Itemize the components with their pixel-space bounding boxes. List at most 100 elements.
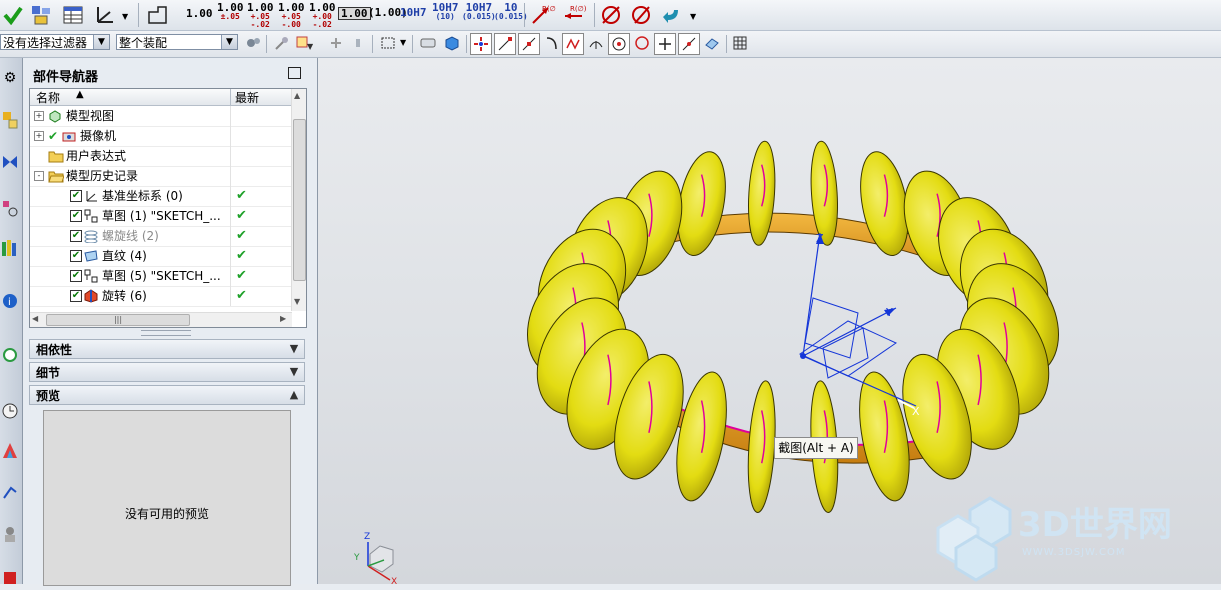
hscroll-thumb[interactable]: |||	[46, 314, 190, 326]
chevron-down-icon[interactable]: ▼	[690, 12, 696, 21]
filter-combo[interactable]: 没有选择过滤器 ▼	[0, 34, 110, 50]
clock-icon[interactable]	[0, 396, 20, 424]
assembly-navigator-icon[interactable]	[0, 106, 20, 134]
constraint-navigator-icon[interactable]	[0, 148, 20, 176]
feature-checkbox[interactable]: ✔	[70, 230, 82, 242]
model-view[interactable]: Z Y X Z Y X 3D世界网 WWW.3DSJW.COM	[318, 58, 1221, 584]
dimension-icon[interactable]	[146, 4, 168, 26]
scroll-up-icon[interactable]: ▲	[294, 91, 300, 100]
fit-3[interactable]: 10H7 (0.015)	[462, 2, 496, 21]
chevron-up-icon[interactable]: ▲	[284, 386, 304, 404]
palette-icon[interactable]	[0, 436, 20, 464]
move-icon[interactable]	[326, 33, 346, 53]
table-icon[interactable]	[62, 4, 84, 26]
snap-midpoint-icon[interactable]	[518, 33, 540, 55]
fit-1[interactable]: 10H7	[400, 7, 427, 18]
snap-control-icon[interactable]	[542, 33, 562, 53]
snap-face-icon[interactable]	[702, 33, 722, 53]
feature-checkbox[interactable]: ✔	[70, 190, 82, 202]
radius-dim-icon-2[interactable]: R(∅)	[562, 3, 588, 25]
tree-row[interactable]: ✔ 草图 (5) "SKETCH_... ✔	[30, 266, 292, 287]
tol-boxed[interactable]: 1.00	[338, 7, 371, 20]
section-preview[interactable]: 预览 ▲	[29, 385, 305, 405]
chevron-down-icon[interactable]: ▼	[400, 38, 406, 47]
assembly-combo[interactable]: 整个装配 ▼	[116, 34, 238, 50]
part-navigator-icon[interactable]	[0, 194, 20, 222]
tree-row[interactable]: ✔ 螺旋线 (2) ✔	[30, 226, 292, 247]
select-gears-icon[interactable]	[244, 33, 262, 53]
snap-point-on-curve-icon[interactable]	[654, 33, 676, 55]
vertical-scrollbar[interactable]: ▲ ▼	[291, 89, 306, 311]
diameter-icon[interactable]	[600, 4, 622, 26]
snap-center-icon[interactable]	[608, 33, 630, 55]
expand-icon[interactable]: +	[34, 111, 44, 121]
role-icon[interactable]	[0, 520, 20, 548]
snap-intersection-icon[interactable]	[562, 33, 584, 55]
tree-row[interactable]: + ✔ 摄像机	[30, 126, 292, 147]
expand-icon[interactable]: +	[34, 131, 44, 141]
tol-value-3[interactable]: 1.00 +.05 -.02	[247, 2, 274, 29]
eraser-icon[interactable]	[418, 33, 438, 53]
grid-icon[interactable]	[730, 33, 750, 53]
column-latest[interactable]: 最新	[235, 89, 259, 106]
maximize-icon[interactable]	[288, 67, 301, 79]
horizontal-scrollbar[interactable]: ◀ ||| ▶	[30, 312, 292, 327]
snap-on-line-icon[interactable]	[678, 33, 700, 55]
csys-icon[interactable]	[94, 4, 116, 26]
splitter-grip[interactable]	[141, 330, 191, 336]
section-details[interactable]: 细节 ▼	[29, 362, 305, 382]
collapse-icon[interactable]: -	[34, 171, 44, 181]
tree-row[interactable]: - 模型历史记录	[30, 166, 292, 187]
snap-endpoint-icon[interactable]	[494, 33, 516, 55]
chevron-down-icon[interactable]: ▼	[221, 35, 237, 49]
web-icon[interactable]	[0, 562, 20, 590]
check-icon[interactable]	[2, 4, 24, 26]
tol-value-1[interactable]: 1.00	[186, 2, 213, 19]
snap-point-icon[interactable]: ▼	[292, 33, 316, 53]
tree-row[interactable]: ✔ 草图 (1) "SKETCH_... ✔	[30, 206, 292, 227]
tree-row[interactable]: 用户表达式	[30, 146, 292, 167]
scroll-down-icon[interactable]: ▼	[294, 297, 300, 306]
feature-checkbox[interactable]: ✔	[70, 250, 82, 262]
visible-check-icon[interactable]: ✔	[48, 126, 58, 146]
scroll-left-icon[interactable]: ◀	[32, 314, 38, 323]
snap-quadrant-icon[interactable]	[632, 33, 652, 53]
tree-row[interactable]: ✔ 直纹 (4) ✔	[30, 246, 292, 267]
feature-checkbox[interactable]: ✔	[70, 210, 82, 222]
section-dependencies[interactable]: 相依性 ▼	[29, 339, 305, 359]
history-icon[interactable]	[0, 340, 20, 368]
settings-icon[interactable]: ⚙	[0, 64, 20, 92]
feature-checkbox[interactable]: ✔	[70, 290, 82, 302]
chevron-down-icon[interactable]: ▼	[284, 340, 304, 358]
reuse-library-icon[interactable]	[0, 234, 20, 262]
hand-icon[interactable]	[350, 33, 370, 53]
chevron-down-icon[interactable]: ▼	[122, 12, 128, 21]
tree-row[interactable]: ✔ 旋转 (6) ✔	[30, 286, 292, 307]
view-triad[interactable]: Z Y X	[353, 532, 397, 584]
fit-4[interactable]: 10 (0.015)	[494, 2, 528, 21]
rect-select-icon[interactable]	[378, 33, 398, 53]
motion-icon[interactable]	[0, 478, 20, 506]
graphics-window[interactable]: Z Y X Z Y X 3D世界网 WWW.3DSJW.COM 截图(Alt +…	[318, 58, 1221, 584]
tol-value-2[interactable]: 1.00 ±.05	[217, 2, 244, 21]
solid-body-icon[interactable]	[442, 33, 462, 53]
tree-row[interactable]: ✔ 基准坐标系 (0) ✔	[30, 186, 292, 207]
scroll-thumb[interactable]	[293, 119, 306, 281]
column-name[interactable]: 名称	[36, 89, 60, 106]
diameter-icon-2[interactable]	[630, 4, 652, 26]
pin-icon[interactable]	[272, 33, 292, 53]
undo-icon[interactable]	[660, 4, 682, 26]
info-icon[interactable]: i	[0, 286, 20, 314]
chevron-down-icon[interactable]: ▼	[93, 35, 109, 49]
sort-up-icon[interactable]: ▲	[76, 89, 84, 100]
radius-dim-icon[interactable]: R(∅)	[530, 3, 556, 25]
tol-value-5[interactable]: 1.00 +.00 -.02	[309, 2, 336, 29]
snap-all-icon[interactable]	[470, 33, 492, 55]
feature-checkbox[interactable]: ✔	[70, 270, 82, 282]
scroll-right-icon[interactable]: ▶	[280, 314, 286, 323]
snap-arc-center-icon[interactable]	[586, 33, 606, 53]
assembly-icon[interactable]	[30, 4, 52, 26]
tree-row[interactable]: + 模型视图	[30, 106, 292, 127]
chevron-down-icon[interactable]: ▼	[284, 363, 304, 381]
tol-value-4[interactable]: 1.00 +.05 -.00	[278, 2, 305, 29]
